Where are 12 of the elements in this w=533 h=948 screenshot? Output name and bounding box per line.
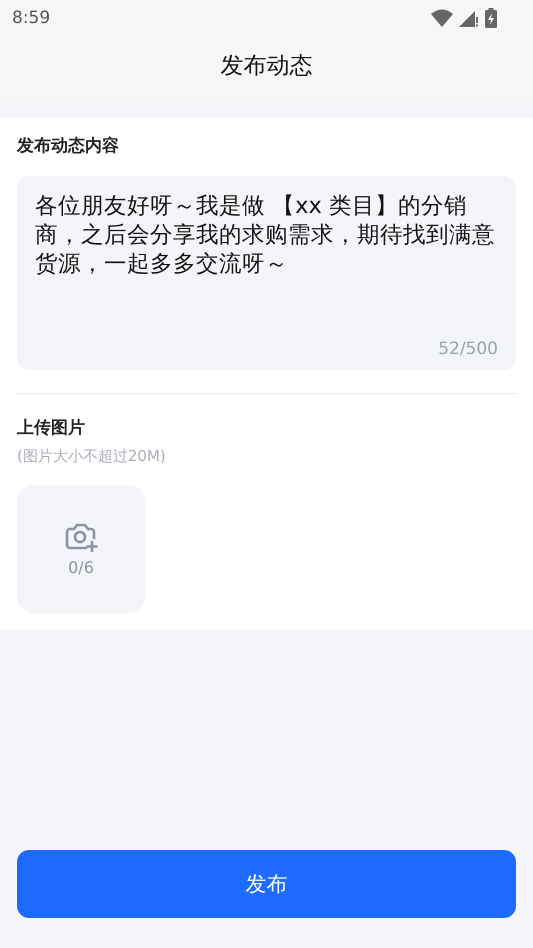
status-time: 8:59 — [12, 8, 50, 28]
content-field[interactable]: 各位朋友好呀～我是做 【xx 类目】的分销商，之后会分享我的求购需求，期待找到满意货源，一起多多交流呀～ 52/500 — [17, 176, 516, 370]
page-title: 发布动态 — [220, 52, 312, 80]
publish-button[interactable]: 发布 — [17, 850, 516, 918]
photo-upload-button[interactable]: 0/6 — [17, 485, 145, 613]
add-photo-icon — [64, 522, 98, 552]
upload-hint: (图片大小不超过20M) — [17, 447, 167, 466]
battery-icon — [485, 8, 497, 28]
wifi-icon — [431, 9, 453, 27]
content-label: 发布动态内容 — [17, 135, 120, 157]
upload-label: 上传图片 — [17, 417, 86, 439]
signal-icon — [459, 9, 479, 27]
